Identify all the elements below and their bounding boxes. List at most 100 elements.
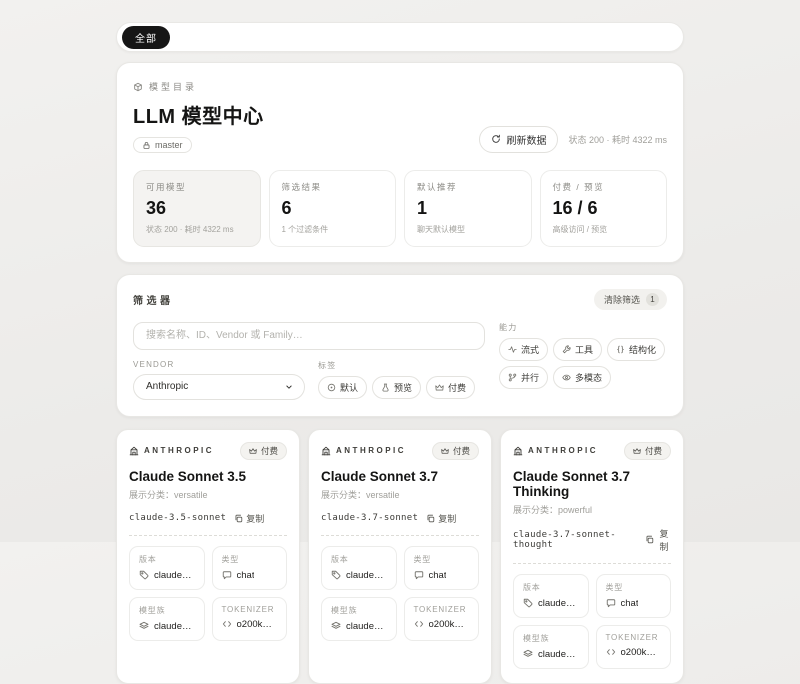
code-icon <box>222 619 232 629</box>
vendor-name: ANTHROPIC <box>144 446 214 455</box>
field-value: claude-3.7-sonnet <box>346 621 387 632</box>
model-id: claude-3.7-sonnet-thought <box>513 530 637 550</box>
building-icon <box>129 446 139 456</box>
capability-chip-parallel[interactable]: 并行 <box>499 366 548 389</box>
field-label: TOKENIZER <box>606 633 662 642</box>
field-type: 类型 chat <box>212 546 288 590</box>
stat-label: 默认推荐 <box>417 181 519 193</box>
copy-model-id-button[interactable]: 复制 <box>426 512 456 525</box>
vendor-selected-value: Anthropic <box>146 381 188 392</box>
clear-filters-button[interactable]: 清除筛选 1 <box>594 289 667 310</box>
model-title: Claude Sonnet 3.7 <box>321 469 479 484</box>
tag-icon <box>139 570 149 580</box>
capability-chips: 流式 工具 结构化 并行 <box>499 338 667 389</box>
tab-all[interactable]: 全部 <box>122 26 170 49</box>
stat-caption: 1 个过滤条件 <box>282 224 384 235</box>
capability-chip-tools[interactable]: 工具 <box>553 338 602 361</box>
vendor-name: ANTHROPIC <box>336 446 406 455</box>
field-value: chat <box>237 570 255 581</box>
eyebrow-label: 模型目录 <box>149 80 197 93</box>
tag-chip-default[interactable]: 默认 <box>318 376 367 399</box>
paid-badge: 付费 <box>624 442 671 460</box>
vendor-row: ANTHROPIC <box>321 446 406 456</box>
field-value: o200k_base <box>237 619 278 630</box>
copy-icon <box>234 514 243 523</box>
field-value: claude-3.5-sonnet <box>154 570 195 581</box>
model-title: Claude Sonnet 3.7 Thinking <box>513 469 671 499</box>
crown-icon <box>249 447 257 455</box>
tags-group: 标签 默认 预览 付费 <box>318 360 475 400</box>
model-card-claude-sonnet-3-7: ANTHROPIC 付费 Claude Sonnet 3.7 展示分类：vers… <box>308 429 492 684</box>
paid-badge-label: 付费 <box>645 445 662 457</box>
vendor-select[interactable]: Anthropic <box>133 374 305 400</box>
wrench-icon <box>562 345 571 354</box>
title-block: LLM 模型中心 master <box>133 100 264 155</box>
paid-badge: 付费 <box>240 442 287 460</box>
field-label: 类型 <box>606 582 662 593</box>
copy-label: 复制 <box>438 512 456 525</box>
stat-value: 16 / 6 <box>553 198 655 219</box>
field-version: 版本 claude-3.7-sonnet <box>321 546 397 590</box>
code-icon <box>606 647 616 657</box>
search-input[interactable] <box>133 322 485 350</box>
divider <box>321 535 479 536</box>
model-category: 展示分类：versatile <box>129 488 287 501</box>
clear-filters-label: 清除筛选 <box>604 293 640 306</box>
tag-chip-preview[interactable]: 预览 <box>372 376 421 399</box>
capabilities-label: 能力 <box>499 322 667 333</box>
lock-icon <box>142 141 151 150</box>
model-fields-grid: 版本 claude-3.7-sonnet 类型 chat 模型族 claude-… <box>513 574 671 669</box>
model-fields-grid: 版本 claude-3.5-sonnet 类型 chat 模型族 claude-… <box>129 546 287 641</box>
branch-icon <box>508 373 517 382</box>
model-category: 展示分类：versatile <box>321 488 479 501</box>
copy-model-id-button[interactable]: 复制 <box>645 527 671 553</box>
chip-label: 并行 <box>521 371 539 384</box>
category-tabs-bar: 全部 <box>116 22 684 52</box>
vendor-group: VENDOR Anthropic <box>133 360 305 400</box>
copy-model-id-button[interactable]: 复制 <box>234 512 264 525</box>
header-actions: 刷新数据 状态 200 · 耗时 4322 ms <box>479 126 667 155</box>
vendor-row: ANTHROPIC <box>129 446 214 456</box>
field-label: 模型族 <box>331 605 387 616</box>
stat-filter-results: 筛选结果 6 1 个过滤条件 <box>269 170 397 247</box>
chat-icon <box>606 598 616 608</box>
chip-label: 预览 <box>394 381 412 394</box>
tag-icon <box>331 570 341 580</box>
layers-icon <box>523 649 533 659</box>
stat-value: 6 <box>282 198 384 219</box>
braces-icon <box>616 345 625 354</box>
stat-caption: 状态 200 · 耗时 4322 ms <box>146 224 248 235</box>
vendor-label: VENDOR <box>133 360 305 369</box>
field-label: TOKENIZER <box>222 605 278 614</box>
stat-available-models: 可用模型 36 状态 200 · 耗时 4322 ms <box>133 170 261 247</box>
capability-chip-structured[interactable]: 结构化 <box>607 338 665 361</box>
stat-caption: 高级访问 / 预览 <box>553 224 655 235</box>
copy-label: 复制 <box>246 512 264 525</box>
field-family: 模型族 claude-3.5-sonnet <box>129 597 205 641</box>
model-category: 展示分类：powerful <box>513 503 671 516</box>
crown-icon <box>441 447 449 455</box>
copy-icon <box>426 514 435 523</box>
stat-caption: 聊天默认模型 <box>417 224 519 235</box>
capability-chip-streaming[interactable]: 流式 <box>499 338 548 361</box>
field-label: 版本 <box>523 582 579 593</box>
capability-chip-multimodal[interactable]: 多模态 <box>553 366 611 389</box>
chat-icon <box>222 570 232 580</box>
stats-row: 可用模型 36 状态 200 · 耗时 4322 ms 筛选结果 6 1 个过滤… <box>133 170 667 247</box>
field-version: 版本 claude-3.5-sonnet <box>129 546 205 590</box>
chip-label: 结构化 <box>629 343 656 356</box>
refresh-icon <box>491 134 501 144</box>
stat-label: 可用模型 <box>146 181 248 193</box>
tag-chip-paid[interactable]: 付费 <box>426 376 475 399</box>
building-icon <box>513 446 523 456</box>
chip-label: 多模态 <box>575 371 602 384</box>
crown-icon <box>435 383 444 392</box>
refresh-button[interactable]: 刷新数据 <box>479 126 558 153</box>
status-text: 状态 200 · 耗时 4322 ms <box>568 133 667 146</box>
vendor-row: ANTHROPIC <box>513 446 598 456</box>
page-container: 全部 模型目录 LLM 模型中心 master 刷新数据 状态 200 · 耗时… <box>116 0 684 684</box>
model-card-claude-sonnet-3-7-thinking: ANTHROPIC 付费 Claude Sonnet 3.7 Thinking … <box>500 429 684 684</box>
field-type: 类型 chat <box>596 574 672 618</box>
field-value: o200k_base <box>429 619 470 630</box>
field-value: claude-3.7-sonnet <box>538 598 579 609</box>
